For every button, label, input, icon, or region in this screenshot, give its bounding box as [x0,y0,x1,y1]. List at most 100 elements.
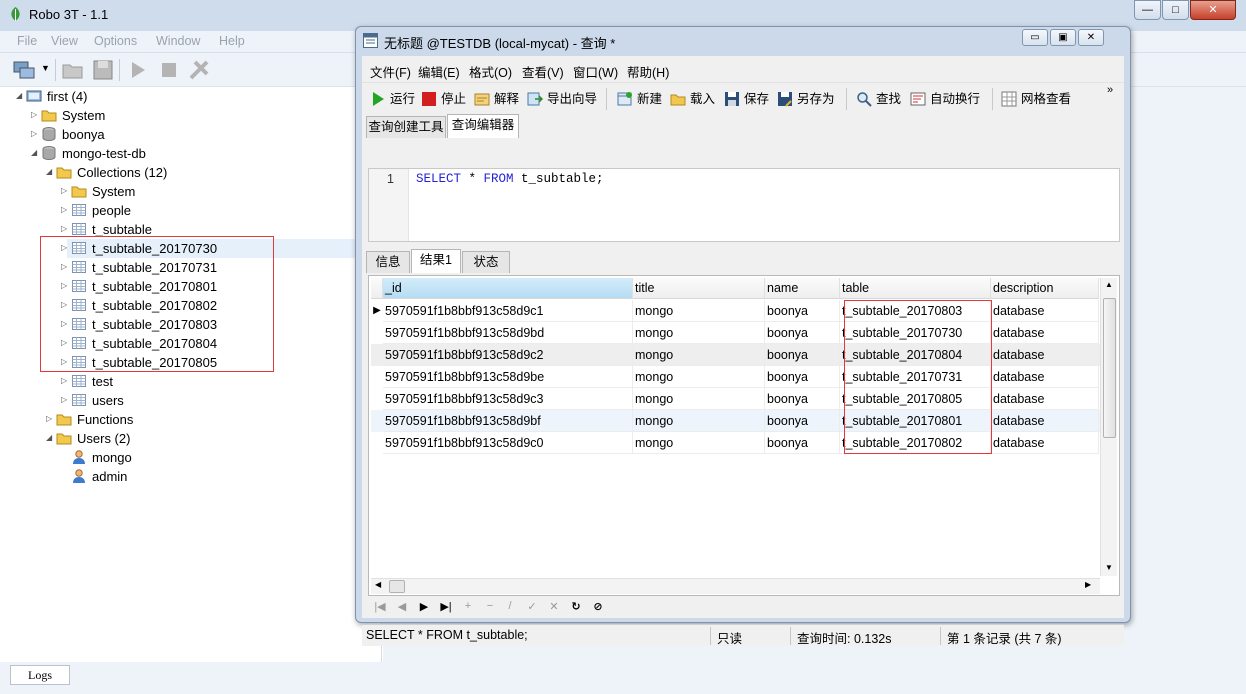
cell-table[interactable]: t_subtable_20170804 [840,344,991,366]
cell-table[interactable]: t_subtable_20170731 [840,366,991,388]
menu-help[interactable]: Help [219,34,245,48]
qmenu-file[interactable]: 文件(F) [370,62,411,81]
cell-id[interactable]: 5970591f1b8bbf913c58d9c0 [383,432,633,454]
cell-id[interactable]: 5970591f1b8bbf913c58d9c1 [383,300,633,322]
horizontal-scrollbar[interactable]: ◀ ▶ [371,578,1100,594]
add-record-icon[interactable]: + [460,600,476,612]
col-header-table[interactable]: table [840,278,991,299]
qmenu-format[interactable]: 格式(O) [469,62,512,81]
refresh-icon[interactable]: ↻ [568,600,584,613]
collapsed-arrow-icon[interactable]: ▷ [61,224,69,234]
collapsed-arrow-icon[interactable]: ▷ [61,357,69,367]
collapsed-arrow-icon[interactable]: ▷ [61,205,69,215]
qmenu-view[interactable]: 查看(V) [522,62,564,81]
cell-description[interactable]: database [991,410,1099,432]
cell-title[interactable]: mongo [633,322,765,344]
collapsed-arrow-icon[interactable]: ▷ [61,300,69,310]
toolbar-overflow-chevron-icon[interactable]: » [1107,85,1113,96]
scroll-right-arrow-icon[interactable]: ▶ [1085,580,1091,589]
tab-query-editor[interactable]: 查询编辑器 [447,114,519,138]
collapsed-arrow-icon[interactable]: ▷ [61,338,69,348]
cell-description[interactable]: database [991,300,1099,322]
col-header-description[interactable]: description [991,278,1099,299]
expanded-arrow-icon[interactable]: ◢ [16,91,24,101]
col-header-id[interactable]: _id [383,278,633,299]
col-header-name[interactable]: name [765,278,840,299]
result-grid[interactable]: _id title name table description ▶ 5970591f1b8… [368,275,1120,596]
expanded-arrow-icon[interactable]: ◢ [46,167,54,177]
main-maximize-button[interactable]: □ [1162,0,1189,20]
tools-icon[interactable] [187,58,211,82]
cell-name[interactable]: boonya [765,344,840,366]
scroll-up-arrow-icon[interactable]: ▲ [1105,280,1113,289]
stop-icon[interactable] [157,58,181,82]
main-close-button[interactable]: ✕ [1190,0,1236,20]
stop-query-icon[interactable]: ⊘ [590,600,606,613]
scroll-left-arrow-icon[interactable]: ◀ [375,580,381,589]
last-record-icon[interactable]: ▶| [438,600,454,613]
cell-title[interactable]: mongo [633,300,765,322]
cell-name[interactable]: boonya [765,388,840,410]
cell-id[interactable]: 5970591f1b8bbf913c58d9be [383,366,633,388]
cell-id[interactable]: 5970591f1b8bbf913c58d9bd [383,322,633,344]
main-minimize-button[interactable]: — [1134,0,1161,20]
qmenu-window[interactable]: 窗口(W) [573,62,618,81]
menu-options[interactable]: Options [94,34,137,48]
collapsed-arrow-icon[interactable]: ▷ [61,186,69,196]
scroll-down-arrow-icon[interactable]: ▼ [1105,563,1113,572]
qmenu-edit[interactable]: 编辑(E) [418,62,460,81]
menu-window[interactable]: Window [156,34,200,48]
cell-table[interactable]: t_subtable_20170730 [840,322,991,344]
expanded-arrow-icon[interactable]: ◢ [31,148,39,158]
logs-tab[interactable]: Logs [10,665,70,685]
discard-changes-icon[interactable]: ✕ [546,600,562,613]
save-disk-icon[interactable] [91,58,115,82]
execute-icon[interactable] [126,58,150,82]
cell-title[interactable]: mongo [633,432,765,454]
cell-title[interactable]: mongo [633,388,765,410]
apply-changes-icon[interactable]: ✓ [524,600,540,613]
collapsed-arrow-icon[interactable]: ▷ [61,376,69,386]
cell-title[interactable]: mongo [633,366,765,388]
cell-id[interactable]: 5970591f1b8bbf913c58d9c2 [383,344,633,366]
tab-info[interactable]: 信息 [366,251,410,273]
menu-file[interactable]: File [17,34,37,48]
cell-name[interactable]: boonya [765,366,840,388]
vertical-scrollbar[interactable]: ▲ ▼ [1100,278,1117,576]
cell-name[interactable]: boonya [765,432,840,454]
collapsed-arrow-icon[interactable]: ▷ [61,243,69,253]
cell-table[interactable]: t_subtable_20170801 [840,410,991,432]
query-close-button[interactable]: ✕ [1078,29,1104,46]
cell-title[interactable]: mongo [633,410,765,432]
horizontal-scroll-thumb[interactable] [389,580,405,593]
collapsed-arrow-icon[interactable]: ▷ [31,129,39,139]
edit-record-icon[interactable]: / [502,600,518,612]
delete-record-icon[interactable]: − [482,600,498,612]
first-record-icon[interactable]: |◀ [372,600,388,613]
next-record-icon[interactable]: ▶ [416,600,432,613]
open-folder-icon[interactable] [61,58,85,82]
collapsed-arrow-icon[interactable]: ▷ [31,110,39,120]
cell-id[interactable]: 5970591f1b8bbf913c58d9c3 [383,388,633,410]
vertical-scroll-thumb[interactable] [1103,298,1116,438]
query-maximize-button[interactable]: ▣ [1050,29,1076,46]
col-header-title[interactable]: title [633,278,765,299]
cell-table[interactable]: t_subtable_20170803 [840,300,991,322]
cell-description[interactable]: database [991,388,1099,410]
menu-view[interactable]: View [51,34,78,48]
cell-name[interactable]: boonya [765,300,840,322]
cell-table[interactable]: t_subtable_20170805 [840,388,991,410]
collapsed-arrow-icon[interactable]: ▷ [46,414,54,424]
cell-description[interactable]: database [991,344,1099,366]
tab-status[interactable]: 状态 [462,251,510,273]
cell-table[interactable]: t_subtable_20170802 [840,432,991,454]
expanded-arrow-icon[interactable]: ◢ [46,433,54,443]
cell-id[interactable]: 5970591f1b8bbf913c58d9bf [383,410,633,432]
qmenu-help[interactable]: 帮助(H) [627,62,669,81]
query-minimize-button[interactable]: ▭ [1022,29,1048,46]
cell-name[interactable]: boonya [765,410,840,432]
previous-record-icon[interactable]: ◀ [394,600,410,613]
cell-description[interactable]: database [991,322,1099,344]
cell-description[interactable]: database [991,366,1099,388]
sql-editor[interactable]: 1 SELECT * FROM t_subtable; [368,168,1120,242]
